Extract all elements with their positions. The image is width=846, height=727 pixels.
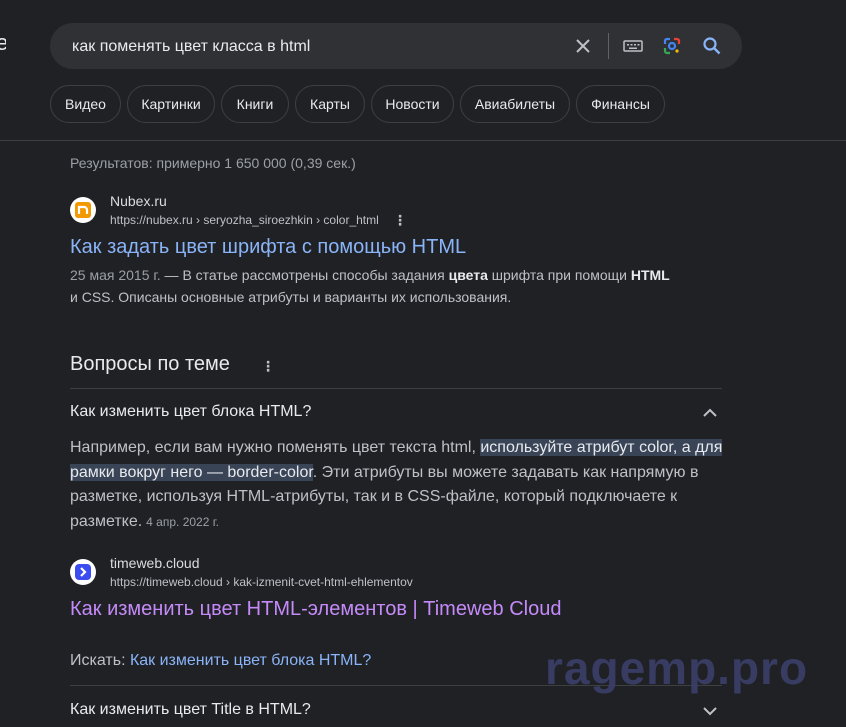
result1-more-icon[interactable]: ⋮ — [393, 213, 407, 227]
google-logo-fragment[interactable]: e — [0, 32, 6, 54]
keyboard-icon[interactable] — [622, 35, 644, 57]
result1-url[interactable]: https://nubex.ru › seryozha_siroezhkin ›… — [110, 213, 379, 227]
paa-heading: Вопросы по теме — [70, 353, 230, 375]
close-icon[interactable] — [572, 35, 594, 57]
timeweb-favicon[interactable] — [70, 559, 96, 585]
search-box[interactable] — [50, 23, 742, 69]
search-input[interactable] — [70, 35, 554, 59]
header-divider — [0, 140, 846, 141]
watermark: ragemp.pro — [545, 642, 809, 694]
snippet-bold-term: HTML — [630, 267, 670, 283]
chip-news[interactable]: Новости — [371, 85, 454, 123]
google-lens-icon[interactable] — [661, 35, 683, 57]
paa-divider — [70, 388, 722, 389]
snippet-text: — В статье рассмотрены способы задания — [160, 267, 449, 283]
paa-source-url[interactable]: https://timeweb.cloud › kak-izmenit-cvet… — [110, 575, 413, 589]
snippet-text: и CSS. Описаны основные атрибуты и вариа… — [70, 289, 512, 305]
chevron-down-icon[interactable] — [702, 703, 718, 719]
result1-date: 25 мая 2015 г. — [70, 267, 161, 283]
answer-text: Например, если вам нужно поменять цвет т… — [70, 439, 481, 456]
search-for-label: Искать: — [70, 652, 130, 669]
paa-search-for: Искать: Как изменить цвет блока HTML? — [70, 652, 371, 670]
snippet-text: шрифта при помощи — [487, 267, 631, 283]
result1-snippet: 25 мая 2015 г. — В статье рассмотрены сп… — [70, 264, 730, 308]
answer-date: 4 апр. 2022 г. — [146, 514, 219, 529]
paa-question-2[interactable]: Как изменить цвет Title в HTML? — [70, 701, 311, 719]
paa-answer: Например, если вам нужно поменять цвет т… — [70, 436, 730, 534]
chip-books[interactable]: Книги — [221, 85, 289, 123]
result1-title[interactable]: Как задать цвет шрифта с помощью HTML — [70, 236, 466, 259]
chip-video[interactable]: Видео — [50, 85, 121, 123]
paa-source-site-name[interactable]: timeweb.cloud — [110, 555, 200, 571]
chip-finance[interactable]: Финансы — [576, 85, 665, 123]
paa-more-icon[interactable]: ⋮ — [261, 358, 275, 375]
chip-images[interactable]: Картинки — [127, 85, 215, 123]
search-box-separator — [608, 33, 609, 59]
snippet-bold-term: цвета — [448, 267, 488, 283]
nubex-favicon[interactable] — [70, 197, 96, 223]
paa-source-title[interactable]: Как изменить цвет HTML-элементов | Timew… — [70, 598, 561, 621]
search-for-link[interactable]: Как изменить цвет блока HTML? — [130, 652, 371, 669]
chip-flights[interactable]: Авиабилеты — [460, 85, 570, 123]
search-icon[interactable] — [701, 35, 723, 57]
result1-site-name[interactable]: Nubex.ru — [110, 193, 167, 209]
paa-question-1[interactable]: Как изменить цвет блока HTML? — [70, 403, 311, 421]
chip-maps[interactable]: Карты — [295, 85, 365, 123]
chevron-up-icon[interactable] — [702, 405, 718, 421]
result-stats: Результатов: примерно 1 650 000 (0,39 се… — [70, 155, 356, 171]
